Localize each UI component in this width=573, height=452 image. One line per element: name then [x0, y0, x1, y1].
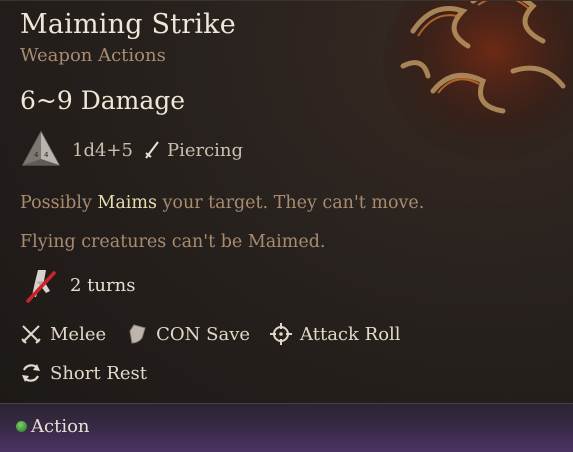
duration-text: 2 turns [70, 274, 136, 296]
shield-icon [129, 324, 146, 344]
condition-duration-row: 2 turns [24, 267, 135, 303]
d4-dice-icon: 4 4 [21, 130, 61, 166]
action-cost: Action [16, 416, 90, 437]
attack-roll-property: Attack Roll [270, 323, 401, 345]
save-property: CON Save [126, 323, 250, 345]
ability-recharge-row: Short Rest [20, 362, 147, 384]
rest-property: Short Rest [20, 362, 147, 384]
ability-properties-row: Melee CON Save Attack Roll [20, 323, 401, 345]
action-cost-label: Action [31, 416, 90, 437]
save-label: CON Save [156, 323, 251, 345]
ability-title: Maiming Strike [20, 9, 236, 40]
dice-formula: 1d4+5 [72, 139, 133, 161]
svg-text:4: 4 [44, 151, 49, 159]
action-cost-footer: Action [0, 403, 573, 452]
ability-category: Weapon Actions [20, 45, 166, 66]
maims-keyword-link[interactable]: Maims [97, 193, 157, 213]
crossed-swords-icon [21, 325, 41, 344]
short-rest-label: Short Rest [50, 362, 147, 384]
action-resource-icon [16, 421, 27, 432]
description-line-1: Possibly Maims your target. They can't m… [20, 193, 425, 213]
melee-label: Melee [50, 323, 107, 345]
damage-range: 6~9 Damage [20, 86, 186, 115]
description-line-2: Flying creatures can't be Maimed. [20, 232, 326, 252]
damage-type: Piercing [166, 139, 244, 161]
crosshair-icon [270, 323, 293, 345]
melee-property: Melee [20, 323, 106, 345]
ability-emblem-icon [383, 1, 573, 161]
attack-roll-label: Attack Roll [300, 323, 401, 345]
ability-tooltip: Maiming Strike Weapon Actions 6~9 Damage… [0, 0, 573, 452]
maimed-condition-icon [26, 270, 56, 303]
damage-dice-row: 4 4 1d4+5 Piercing [20, 129, 243, 171]
short-rest-cycle-icon [22, 364, 40, 382]
piercing-damage-icon [145, 141, 159, 159]
svg-text:4: 4 [34, 151, 39, 159]
